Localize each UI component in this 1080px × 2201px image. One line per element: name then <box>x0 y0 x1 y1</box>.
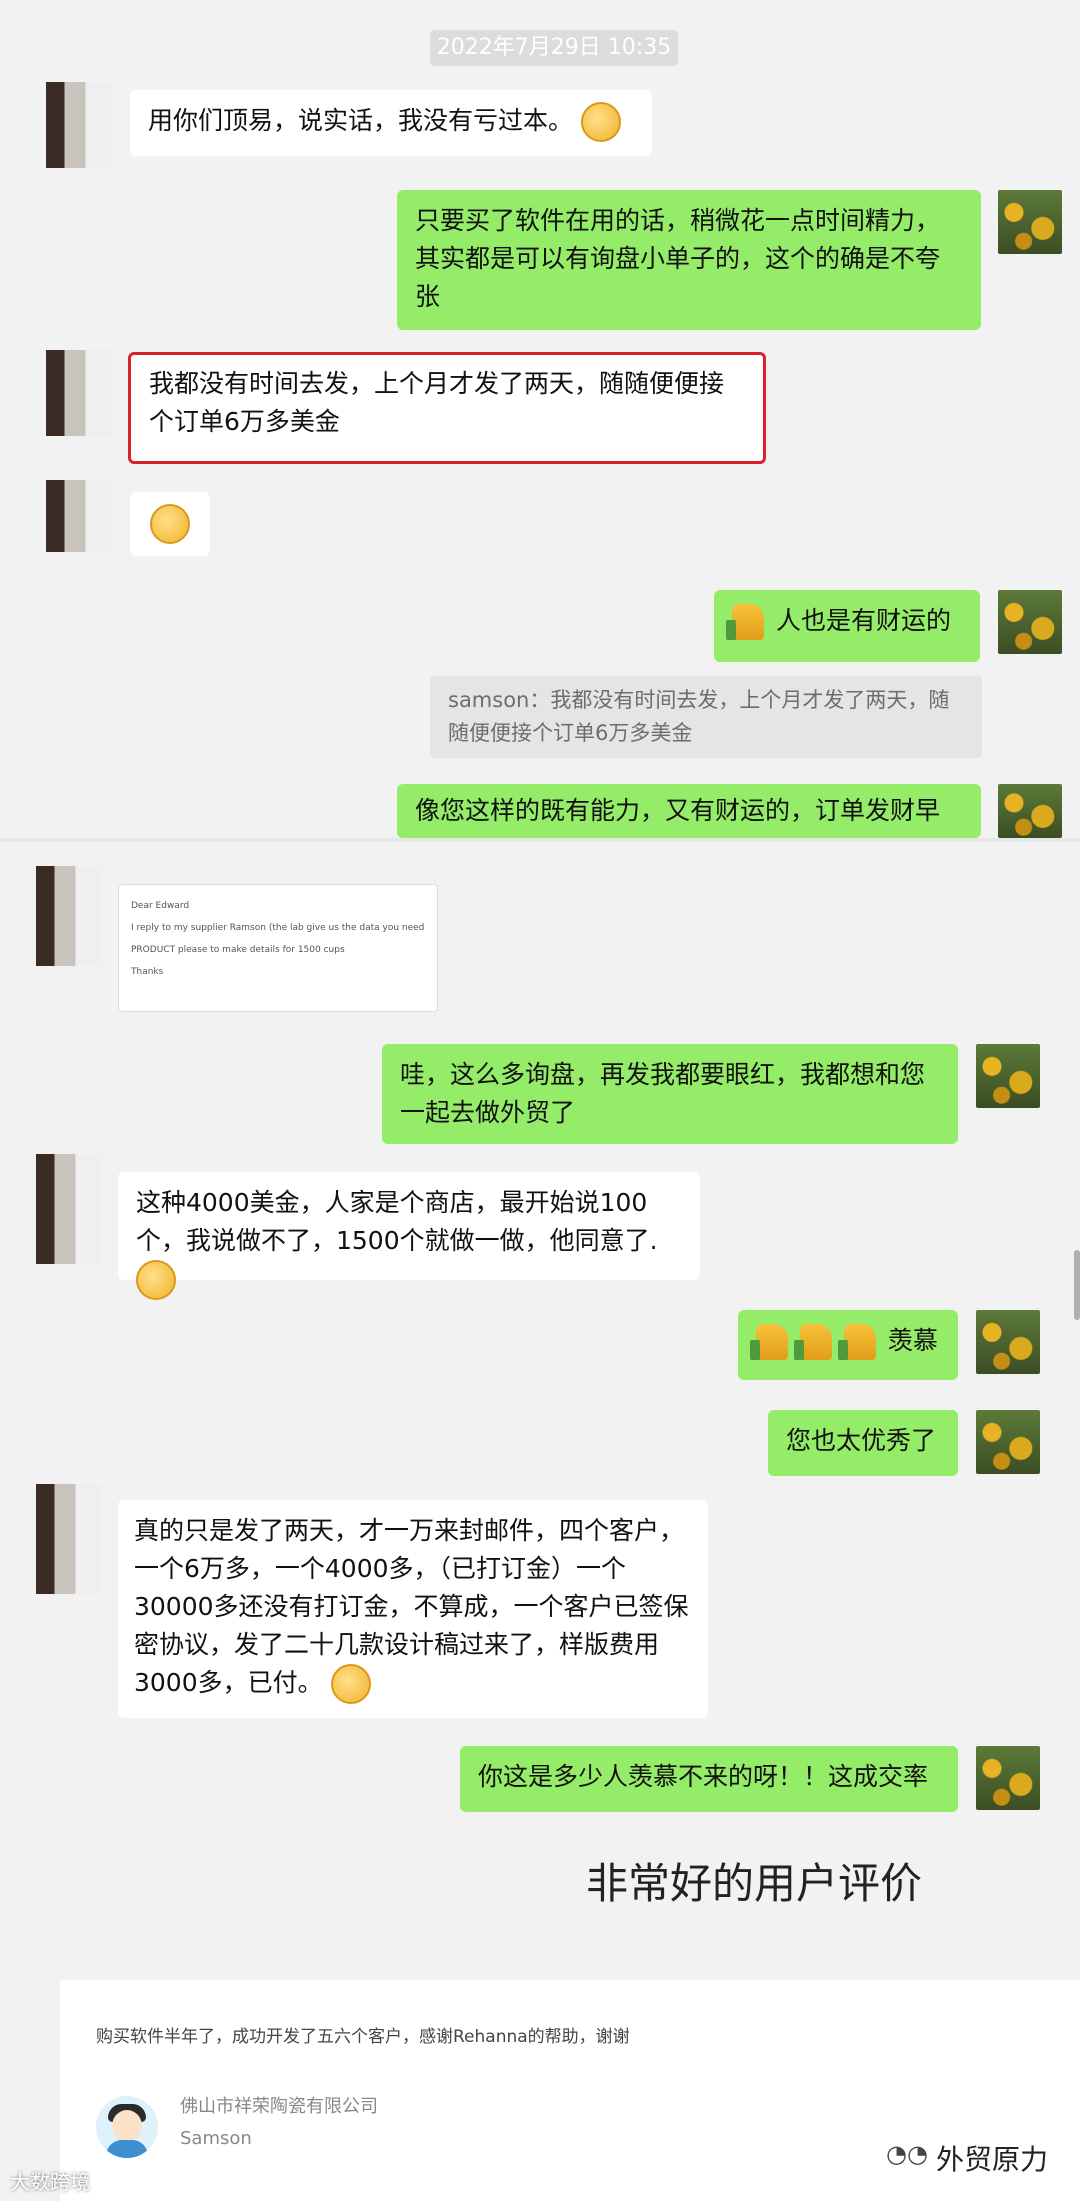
thumbs-up-icon <box>726 604 764 640</box>
watermark-left: 大数跨境 <box>10 2170 90 2194</box>
outgoing-message: 羡慕 <box>738 1310 958 1380</box>
contact-avatar[interactable] <box>36 1154 102 1264</box>
quoted-message: samson：我都没有时间去发，上个月才发了两天，随随便便接个订单6万多美金 <box>430 676 982 758</box>
email-screenshot-image[interactable]: Dear Edward I reply to my supplier Ramso… <box>118 884 438 1012</box>
message-text: 用你们顶易，说实话，我没有亏过本。 <box>148 106 574 135</box>
doc-line: I reply to my supplier Ramson (the lab g… <box>131 923 425 933</box>
user-avatar[interactable] <box>976 1044 1040 1108</box>
review-text: 购买软件半年了，成功开发了五六个客户，感谢Rehanna的帮助，谢谢 <box>96 2027 630 2047</box>
scrollbar[interactable] <box>1074 1250 1080 1320</box>
thumbs-up-icon <box>837 1324 876 1360</box>
thinking-emoji-icon <box>150 504 190 544</box>
contact-avatar[interactable] <box>46 82 112 168</box>
user-avatar[interactable] <box>976 1410 1040 1474</box>
quote-text: samson：我都没有时间去发，上个月才发了两天，随随便便接个订单6万多美金 <box>448 688 950 745</box>
message-text: 我都没有时间去发，上个月才发了两天，随随便便接个订单6万多美金 <box>149 369 725 436</box>
user-avatar[interactable] <box>976 1310 1040 1374</box>
contact-avatar[interactable] <box>46 480 112 552</box>
timestamp: 2022年7月29日 10:35 <box>430 30 678 66</box>
message-text: 哇，这么多询盘，再发我都要眼红，我都想和您一起去做外贸了 <box>400 1060 926 1127</box>
message-text: 真的只是发了两天，才一万来封邮件，四个客户，一个6万多，一个4000多，（已打订… <box>134 1516 689 1697</box>
screenshot-divider <box>0 838 1080 842</box>
caption-heading: 非常好的用户评价 <box>586 1859 923 1908</box>
doc-line: PRODUCT please to make details for 1500 … <box>131 945 345 955</box>
sweat-smile-emoji-icon <box>330 1664 371 1704</box>
outgoing-message: 只要买了软件在用的话，稍微花一点时间精力，其实都是可以有询盘小单子的，这个的确是… <box>397 190 981 330</box>
user-avatar[interactable] <box>998 784 1062 838</box>
message-text: 你这是多少人羡慕不来的呀！！这成交率 <box>478 1762 929 1791</box>
outgoing-message: 您也太优秀了 <box>768 1410 958 1476</box>
doc-line: Thanks <box>131 967 164 977</box>
user-avatar[interactable] <box>998 590 1062 654</box>
user-avatar[interactable] <box>998 190 1062 254</box>
outgoing-message: 人也是有财运的 <box>714 590 980 662</box>
incoming-emoji-message <box>130 492 210 556</box>
avatar-body <box>106 2140 148 2158</box>
message-text: 像您这样的既有能力，又有财运的，订单发财早 <box>415 796 941 825</box>
incoming-message: 用你们顶易，说实话，我没有亏过本。 <box>130 90 652 156</box>
reviewer-company: 佛山市祥荣陶瓷有限公司 <box>180 2096 378 2117</box>
thinking-emoji-icon <box>580 102 621 142</box>
outgoing-message: 哇，这么多询盘，再发我都要眼红，我都想和您一起去做外贸了 <box>382 1044 958 1144</box>
thumbs-up-icon <box>750 1324 788 1360</box>
wechat-icon: ◔◔ <box>886 2140 928 2168</box>
user-avatar[interactable] <box>976 1746 1040 1810</box>
thumbs-up-icon <box>793 1324 832 1360</box>
highlighted-incoming-message: 我都没有时间去发，上个月才发了两天，随随便便接个订单6万多美金 <box>128 352 766 464</box>
message-text: 只要买了软件在用的话，稍微花一点时间精力，其实都是可以有询盘小单子的，这个的确是… <box>415 206 941 311</box>
contact-avatar[interactable] <box>46 350 112 436</box>
reviewer-name: Samson <box>180 2128 252 2149</box>
reviewer-avatar <box>96 2096 158 2158</box>
contact-avatar[interactable] <box>36 1484 102 1594</box>
message-text: 羡慕 <box>887 1326 938 1355</box>
doc-line: Dear Edward <box>131 901 190 911</box>
thinking-emoji-icon <box>136 1260 176 1300</box>
message-text: 这种4000美金，人家是个商店，最开始说100个，我说做不了，1500个就做一做… <box>136 1188 658 1255</box>
watermark-right: 外贸原力 <box>936 2143 1049 2176</box>
avatar-face <box>112 2110 142 2142</box>
outgoing-message: 像您这样的既有能力，又有财运的，订单发财早 <box>397 784 981 838</box>
incoming-message: 真的只是发了两天，才一万来封邮件，四个客户，一个6万多，一个4000多，（已打订… <box>118 1500 708 1718</box>
message-text: 人也是有财运的 <box>775 606 951 635</box>
incoming-message: 这种4000美金，人家是个商店，最开始说100个，我说做不了，1500个就做一做… <box>118 1172 700 1300</box>
contact-avatar[interactable] <box>36 866 102 966</box>
message-text: 您也太优秀了 <box>786 1426 937 1455</box>
outgoing-message: 你这是多少人羡慕不来的呀！！这成交率 <box>460 1746 958 1812</box>
